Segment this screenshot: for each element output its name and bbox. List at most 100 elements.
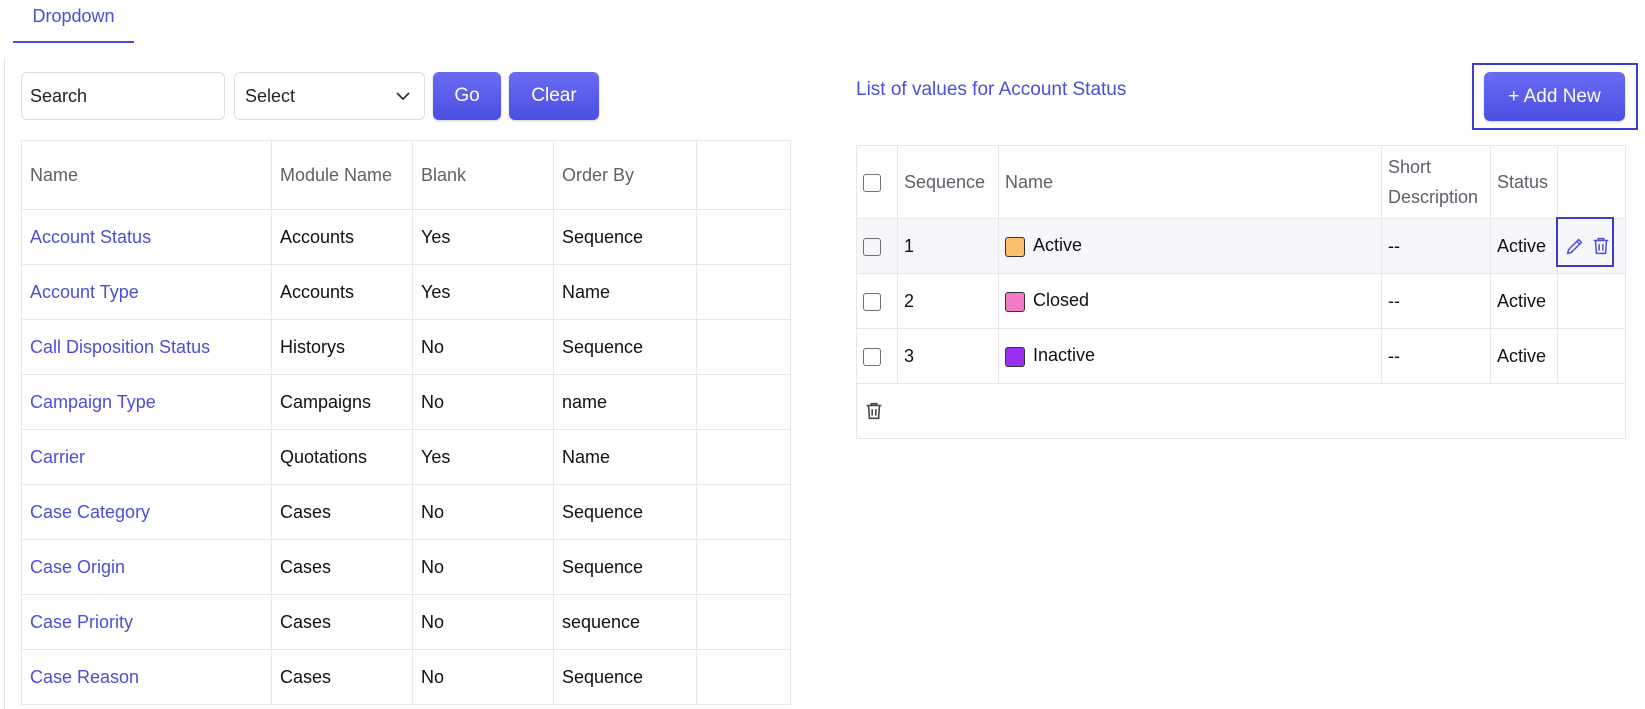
table-row: Case Priority Cases No sequence [21, 594, 791, 650]
empty-cell [696, 209, 791, 265]
table-row: Account Type Accounts Yes Name [21, 264, 791, 320]
values-list-title: List of values for Account Status [856, 79, 1127, 100]
select-all-checkbox[interactable] [863, 173, 881, 192]
row-select-cell [856, 328, 898, 384]
sequence-cell: 3 [897, 328, 999, 384]
column-header-name: Name [998, 145, 1382, 219]
dropdown-name-link[interactable]: Case Category [21, 484, 272, 540]
blank-cell: No [412, 484, 554, 540]
search-input[interactable] [21, 72, 225, 120]
go-button[interactable]: Go [433, 72, 501, 120]
table-row: Campaign Type Campaigns No name [21, 374, 791, 430]
add-new-button[interactable]: + Add New [1484, 72, 1625, 121]
empty-cell [696, 319, 791, 375]
table-row: Call Disposition Status Historys No Sequenc… [21, 319, 791, 375]
blank-cell: Yes [412, 209, 554, 265]
value-name: Closed [1033, 290, 1090, 311]
order-by-cell: name [553, 374, 697, 430]
chevron-down-icon [396, 92, 410, 101]
tab-bar: Dropdown [0, 0, 1645, 60]
select-all-cell [856, 145, 898, 219]
table-row: Case Reason Cases No Sequence [21, 649, 791, 705]
blank-cell: No [412, 374, 554, 430]
status-cell: Active [1490, 273, 1558, 329]
actions-cell [1556, 217, 1626, 274]
value-name-cell: Active [998, 218, 1382, 274]
short-description-cell: -- [1381, 328, 1491, 384]
short-description-cell: -- [1381, 273, 1491, 329]
module-name-cell: Cases [271, 649, 413, 705]
row-checkbox[interactable] [863, 292, 881, 311]
dropdown-name-link[interactable]: Case Reason [21, 649, 272, 705]
empty-cell [696, 429, 791, 485]
actions-highlight [1556, 217, 1614, 267]
empty-cell [696, 594, 791, 650]
dropdown-name-link[interactable]: Account Type [21, 264, 272, 320]
dropdown-name-link[interactable]: Case Priority [21, 594, 272, 650]
sequence-cell: 1 [897, 218, 999, 274]
dropdown-name-link[interactable]: Call Disposition Status [21, 319, 272, 375]
dropdown-name-link[interactable]: Account Status [21, 209, 272, 265]
color-swatch [1005, 236, 1025, 257]
footer-cell [856, 383, 1626, 439]
value-name-cell: Closed [998, 273, 1382, 329]
blank-cell: No [412, 649, 554, 705]
column-header-order-by: Order By [553, 140, 697, 210]
value-name-cell: Inactive [998, 328, 1382, 384]
clear-button[interactable]: Clear [509, 72, 599, 120]
row-checkbox[interactable] [863, 347, 881, 366]
value-name: Inactive [1033, 345, 1096, 366]
table-header-row: Name Module Name Blank Order By [21, 140, 791, 210]
table-header-row: Sequence Name Short Description Status [856, 145, 1626, 219]
column-header-short-description: Short Description [1381, 145, 1491, 219]
status-cell: Active [1490, 328, 1558, 384]
column-header-sequence: Sequence [897, 145, 999, 219]
module-name-cell: Historys [271, 319, 413, 375]
blank-cell: Yes [412, 264, 554, 320]
dropdown-name-link[interactable]: Case Origin [21, 539, 272, 595]
module-name-cell: Cases [271, 539, 413, 595]
row-checkbox[interactable] [863, 237, 881, 256]
order-by-cell: Name [553, 264, 697, 320]
tab-dropdown[interactable]: Dropdown [13, 0, 134, 43]
sequence-cell: 2 [897, 273, 999, 329]
order-by-cell: Sequence [553, 539, 697, 595]
table-row: 3 Inactive -- Active [856, 328, 1626, 384]
values-table: Sequence Name Short Description Status 1… [856, 145, 1626, 439]
select-value: Select [245, 85, 296, 106]
row-select-cell [856, 218, 898, 274]
color-swatch [1005, 291, 1025, 312]
order-by-cell: Name [553, 429, 697, 485]
module-name-cell: Accounts [271, 209, 413, 265]
order-by-cell: Sequence [553, 209, 697, 265]
empty-cell [696, 649, 791, 705]
column-header-status: Status [1490, 145, 1558, 219]
table-row: Account Status Accounts Yes Sequence [21, 209, 791, 265]
dropdown-name-link[interactable]: Carrier [21, 429, 272, 485]
empty-cell [696, 539, 791, 595]
status-cell: Active [1490, 218, 1558, 274]
empty-cell [696, 264, 791, 320]
column-header-name: Name [21, 140, 272, 210]
column-header-empty [696, 140, 791, 210]
order-by-cell: sequence [553, 594, 697, 650]
bulk-delete-icon[interactable] [863, 400, 885, 422]
row-select-cell [856, 273, 898, 329]
module-name-cell: Cases [271, 594, 413, 650]
blank-cell: No [412, 594, 554, 650]
divider [4, 58, 5, 709]
value-name: Active [1033, 235, 1083, 256]
blank-cell: Yes [412, 429, 554, 485]
actions-cell [1557, 328, 1626, 384]
order-by-cell: Sequence [553, 484, 697, 540]
table-row: Case Category Cases No Sequence [21, 484, 791, 540]
blank-cell: No [412, 319, 554, 375]
module-select[interactable]: Select [234, 72, 425, 120]
short-description-cell: -- [1381, 218, 1491, 274]
table-row: Carrier Quotations Yes Name [21, 429, 791, 485]
color-swatch [1005, 346, 1025, 367]
order-by-cell: Sequence [553, 319, 697, 375]
dropdown-name-link[interactable]: Campaign Type [21, 374, 272, 430]
order-by-cell: Sequence [553, 649, 697, 705]
table-row: Case Origin Cases No Sequence [21, 539, 791, 595]
